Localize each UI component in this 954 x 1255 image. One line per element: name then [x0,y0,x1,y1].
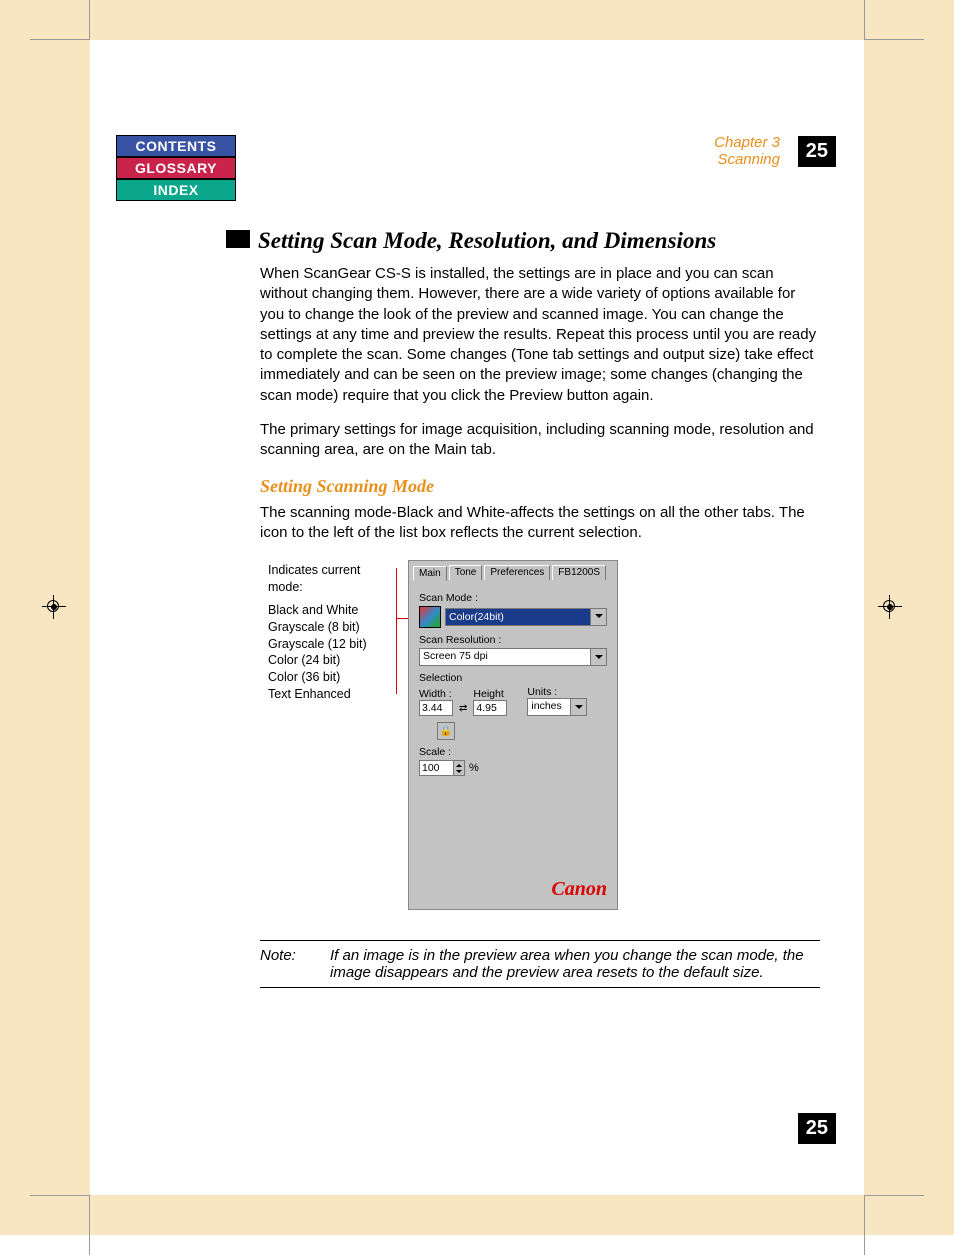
registration-mark [47,600,59,612]
chevron-down-icon[interactable] [570,699,586,715]
scan-mode-value: Color(24bit) [449,611,504,623]
mode-callout: Indicates current mode: Black and White … [268,562,392,703]
scan-resolution-dropdown[interactable]: Screen 75 dpi [419,648,607,666]
main-content: Setting Scan Mode, Resolution, and Dimen… [260,225,820,557]
crop-mark [89,1195,90,1255]
chapter-heading: Chapter 3 Scanning [714,135,780,168]
width-label: Width : [419,688,453,700]
page-number-bottom: 25 [798,1113,836,1144]
height-input[interactable] [473,700,507,716]
chapter-number: Chapter 3 [714,135,780,152]
crop-mark [864,39,924,40]
crop-mark [89,0,90,40]
callout-item: Grayscale (8 bit) [268,619,392,636]
callout-leader-line [396,568,397,694]
canon-logo: Canon [551,878,607,901]
note-label: Note: [260,947,330,981]
main-tab-panel: Scan Mode : Color(24bit) Scan Resolution… [415,580,611,782]
index-link[interactable]: INDEX [116,179,236,201]
aspect-lock-button[interactable]: 🔒 [437,722,455,740]
units-label: Units : [527,686,587,698]
chevron-down-icon[interactable] [590,609,606,625]
subsection-heading: Setting Scanning Mode [260,474,820,498]
heading-bullet [226,230,250,248]
crop-mark [864,0,865,40]
crop-mark [30,39,90,40]
page-body: CONTENTS GLOSSARY INDEX Chapter 3 Scanni… [90,40,864,1195]
callout-item: Black and White [268,602,392,619]
scale-label: Scale : [419,746,607,758]
note-block: Note: If an image is in the preview area… [260,940,820,988]
scale-stepper[interactable] [419,760,465,776]
crop-mark [30,1195,90,1196]
subsection-paragraph: The scanning mode-Black and White-affect… [260,503,820,544]
glossary-link[interactable]: GLOSSARY [116,157,236,179]
note-text: If an image is in the preview area when … [330,947,820,981]
units-value: inches [528,699,570,715]
callout-item: Grayscale (12 bit) [268,636,392,653]
callout-item: Color (36 bit) [268,669,392,686]
tab-device[interactable]: FB1200S [552,565,606,580]
intro-paragraph-1: When ScanGear CS-S is installed, the set… [260,264,820,406]
crop-mark [864,1195,924,1196]
scale-input[interactable] [419,760,453,776]
registration-mark [883,600,895,612]
tab-strip: Main Tone Preferences FB1200S [409,561,617,580]
height-label: Height [473,688,507,700]
callout-lead: Indicates current mode: [268,562,392,596]
units-dropdown[interactable]: inches [527,698,587,716]
scan-mode-dropdown[interactable]: Color(24bit) [445,608,607,626]
tab-main[interactable]: Main [413,566,447,581]
settings-dialog-screenshot: Main Tone Preferences FB1200S Scan Mode … [408,560,618,910]
width-input[interactable] [419,700,453,716]
section-heading: Setting Scan Mode, Resolution, and Dimen… [260,225,820,256]
chevron-down-icon[interactable] [590,649,606,665]
intro-paragraph-2: The primary settings for image acquisiti… [260,420,820,461]
section-heading-text: Setting Scan Mode, Resolution, and Dimen… [258,228,716,253]
print-sheet: CONTENTS GLOSSARY INDEX Chapter 3 Scanni… [0,0,954,1235]
nav-pills: CONTENTS GLOSSARY INDEX [116,135,236,201]
crop-mark [864,1195,865,1255]
selection-group-label: Selection [419,672,607,684]
callout-item: Color (24 bit) [268,652,392,669]
scan-mode-label: Scan Mode : [419,592,607,604]
scale-unit: % [469,762,479,774]
callout-item: Text Enhanced [268,686,392,703]
contents-link[interactable]: CONTENTS [116,135,236,157]
page-number-top: 25 [798,136,836,167]
tab-preferences[interactable]: Preferences [484,565,550,580]
scan-resolution-value: Screen 75 dpi [420,649,590,665]
scan-resolution-label: Scan Resolution : [419,634,607,646]
scan-mode-icon [419,606,441,628]
tab-tone[interactable]: Tone [449,565,483,580]
chapter-title: Scanning [714,152,780,169]
spinner-buttons[interactable] [453,760,465,776]
link-icon: ⇄ [459,703,467,716]
